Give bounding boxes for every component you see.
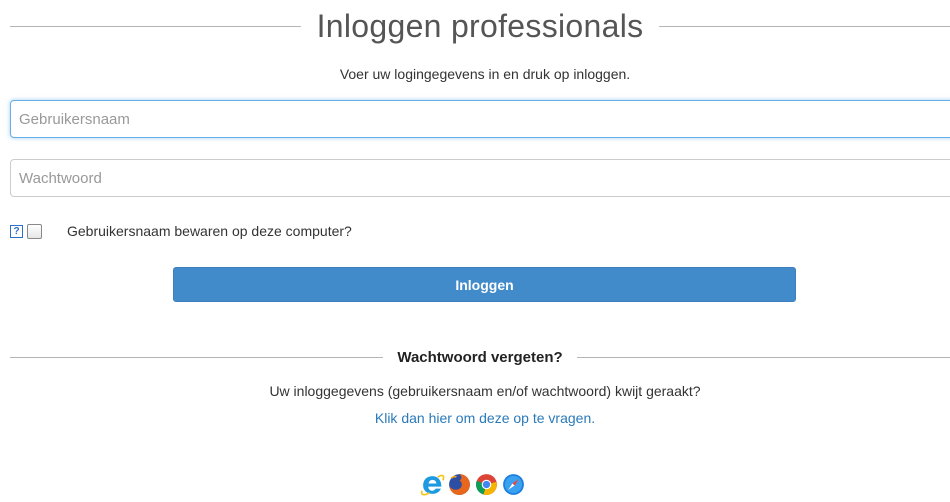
divider-right bbox=[576, 356, 950, 358]
login-button[interactable]: Inloggen bbox=[173, 267, 796, 302]
chrome-icon bbox=[475, 474, 497, 495]
help-icon[interactable]: ? bbox=[10, 224, 23, 238]
divider-left bbox=[10, 356, 384, 358]
divider-left bbox=[10, 25, 301, 27]
internet-explorer-icon bbox=[420, 474, 445, 496]
password-input[interactable] bbox=[10, 159, 950, 197]
firefox-icon bbox=[449, 474, 470, 495]
recover-credentials-row: Klik dan hier om deze op te vragen. bbox=[0, 410, 950, 426]
remember-username-row: ? Gebruikersnaam bewaren op deze compute… bbox=[10, 222, 352, 240]
page-title: Inloggen professionals bbox=[316, 7, 644, 44]
remember-username-label[interactable]: Gebruikersnaam bewaren op deze computer? bbox=[67, 223, 352, 239]
page-header: Inloggen professionals bbox=[10, 0, 950, 52]
supported-browsers bbox=[420, 472, 526, 497]
forgot-password-text: Uw inloggegevens (gebruikersnaam en/of w… bbox=[269, 383, 701, 399]
forgot-password-header: Wachtwoord vergeten? bbox=[10, 345, 950, 369]
recover-credentials-link[interactable]: Klik dan hier om deze op te vragen. bbox=[375, 410, 595, 426]
safari-icon bbox=[503, 474, 524, 495]
login-instructions: Voer uw logingegevens in en druk op inlo… bbox=[339, 66, 631, 82]
divider-right bbox=[659, 25, 950, 27]
forgot-password-heading: Wachtwoord vergeten? bbox=[397, 348, 563, 366]
remember-username-checkbox[interactable] bbox=[27, 223, 42, 239]
username-input[interactable] bbox=[10, 100, 950, 138]
